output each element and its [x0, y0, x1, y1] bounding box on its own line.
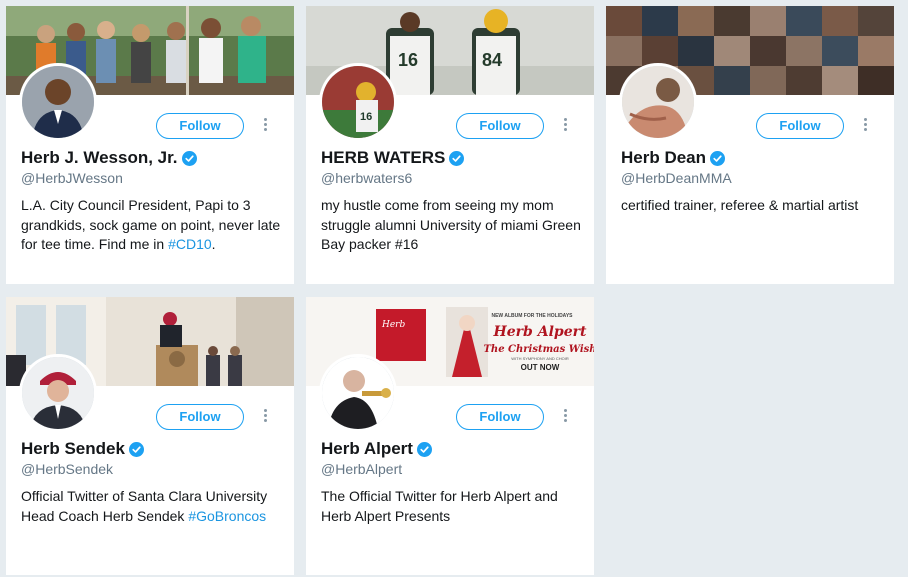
- svg-text:16: 16: [398, 50, 418, 70]
- banner-kicker: NEW ALBUM FOR THE HOLIDAYS: [491, 313, 573, 319]
- name-row: HERB WATERS: [321, 147, 465, 169]
- avatar[interactable]: [19, 354, 97, 432]
- avatar[interactable]: 16: [319, 63, 397, 141]
- who-to-follow-grid: Follow Herb J. Wesson, Jr. @HerbJWesson …: [0, 0, 908, 577]
- verified-badge-icon: [449, 150, 465, 166]
- avatar[interactable]: [319, 354, 397, 432]
- display-name[interactable]: Herb Dean: [621, 148, 706, 168]
- bio-text: L.A. City Council President, Papi to 3 g…: [21, 197, 281, 252]
- user-bio: my hustle come from seeing my mom strugg…: [321, 196, 583, 255]
- user-handle[interactable]: @HerbJWesson: [21, 170, 123, 186]
- name-row: Herb Dean: [621, 147, 726, 169]
- name-row: Herb Sendek: [21, 438, 144, 460]
- user-handle[interactable]: @herbwaters6: [321, 170, 412, 186]
- user-handle[interactable]: @HerbSendek: [21, 461, 113, 477]
- follow-button[interactable]: Follow: [456, 404, 544, 430]
- follow-button[interactable]: Follow: [156, 113, 244, 139]
- display-name[interactable]: HERB WATERS: [321, 148, 445, 168]
- svg-text:16: 16: [360, 111, 372, 123]
- hashtag-link[interactable]: #CD10: [168, 236, 212, 252]
- user-card-herbdeanmma[interactable]: Follow Herb Dean @HerbDeanMMA certified …: [606, 6, 894, 284]
- user-bio: The Official Twitter for Herb Alpert and…: [321, 487, 583, 526]
- bio-text: my hustle come from seeing my mom strugg…: [321, 197, 581, 252]
- more-options-icon[interactable]: [260, 409, 270, 425]
- banner-title: The Christmas Wish: [483, 344, 594, 355]
- more-options-icon[interactable]: [260, 118, 270, 134]
- svg-text:Herb: Herb: [381, 320, 405, 330]
- avatar[interactable]: [619, 63, 697, 141]
- banner-subtitle: WITH SYMPHONY AND CHOIR: [511, 356, 569, 361]
- user-bio: L.A. City Council President, Papi to 3 g…: [21, 196, 283, 255]
- bio-text: The Official Twitter for Herb Alpert and…: [321, 488, 558, 524]
- user-card-herbwaters6[interactable]: 16 84 16 Follow HERB WATERS @herbwaters6…: [306, 6, 594, 284]
- avatar[interactable]: [19, 63, 97, 141]
- verified-badge-icon: [710, 150, 726, 166]
- hashtag-link[interactable]: #GoBroncos: [188, 508, 266, 524]
- name-row: Herb J. Wesson, Jr.: [21, 147, 197, 169]
- user-card-herbsendek[interactable]: Follow Herb Sendek @HerbSendek Official …: [6, 297, 294, 575]
- more-options-icon[interactable]: [560, 118, 570, 134]
- display-name[interactable]: Herb J. Wesson, Jr.: [21, 148, 178, 168]
- user-card-herbjwesson[interactable]: Follow Herb J. Wesson, Jr. @HerbJWesson …: [6, 6, 294, 284]
- bio-text: certified trainer, referee & martial art…: [621, 197, 859, 213]
- svg-text:84: 84: [482, 50, 502, 70]
- name-row: Herb Alpert: [321, 438, 432, 460]
- banner-artist: Herb Alpert: [493, 324, 587, 340]
- user-bio: certified trainer, referee & martial art…: [621, 196, 883, 216]
- bio-suffix: .: [211, 236, 216, 252]
- more-options-icon[interactable]: [860, 118, 870, 134]
- verified-badge-icon: [416, 441, 432, 457]
- user-handle[interactable]: @HerbDeanMMA: [621, 170, 732, 186]
- user-bio: Official Twitter of Santa Clara Universi…: [21, 487, 283, 526]
- user-card-herbalpert[interactable]: Herb NEW ALBUM FOR THE HOLIDAYS Herb Alp…: [306, 297, 594, 575]
- verified-badge-icon: [181, 150, 197, 166]
- follow-button[interactable]: Follow: [156, 404, 244, 430]
- follow-button[interactable]: Follow: [456, 113, 544, 139]
- banner-cta: OUT NOW: [521, 363, 560, 372]
- follow-button[interactable]: Follow: [756, 113, 844, 139]
- user-handle[interactable]: @HerbAlpert: [321, 461, 402, 477]
- display-name[interactable]: Herb Alpert: [321, 439, 413, 459]
- verified-badge-icon: [128, 441, 144, 457]
- display-name[interactable]: Herb Sendek: [21, 439, 125, 459]
- more-options-icon[interactable]: [560, 409, 570, 425]
